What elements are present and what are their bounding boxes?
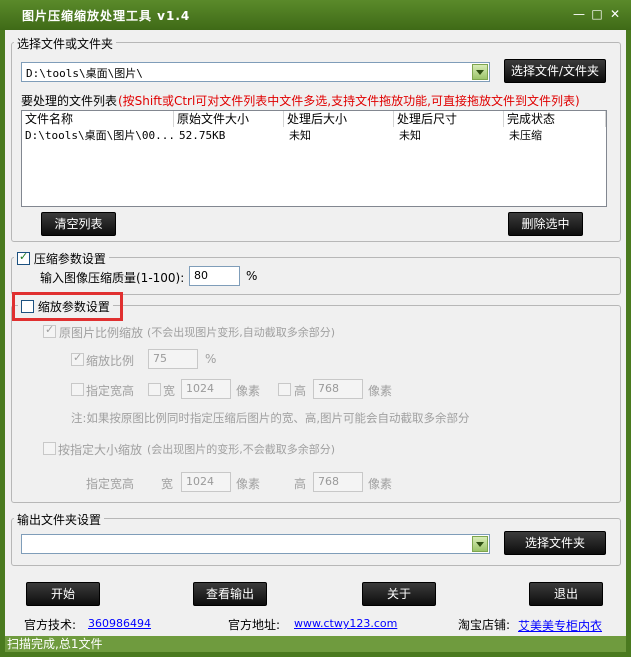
tech-link[interactable]: 360986494 bbox=[88, 617, 151, 630]
height-input-2[interactable]: 768 bbox=[313, 472, 363, 492]
column-header-original-size[interactable]: 原始文件大小 bbox=[174, 111, 284, 127]
scale-checkbox[interactable] bbox=[21, 300, 34, 313]
ratio-checkbox[interactable] bbox=[71, 351, 84, 366]
column-header-processed-size[interactable]: 处理后大小 bbox=[284, 111, 394, 127]
cell-status: 未压缩 bbox=[509, 129, 542, 142]
compress-legend: 压缩参数设置 bbox=[33, 252, 106, 266]
frame-left bbox=[0, 30, 5, 657]
width-input-2[interactable]: 1024 bbox=[181, 472, 231, 492]
status-bar: 扫描完成,总1文件 bbox=[5, 636, 626, 652]
about-button[interactable]: 关于 bbox=[362, 582, 436, 606]
quality-label: 输入图像压缩质量(1-100): bbox=[40, 271, 185, 285]
frame-bottom bbox=[0, 652, 631, 657]
width-unit: 像素 bbox=[236, 384, 261, 398]
cell-processed-dimensions: 未知 bbox=[399, 129, 421, 142]
source-path-value: D:\tools\桌面\图片\ bbox=[26, 67, 143, 80]
minimize-icon[interactable]: — bbox=[572, 7, 586, 21]
exit-button[interactable]: 退出 bbox=[529, 582, 603, 606]
site-label: 官方地址: bbox=[228, 618, 281, 632]
width-unit-2: 像素 bbox=[236, 477, 261, 491]
ratio-label: 缩放比例 bbox=[86, 354, 135, 368]
view-output-button[interactable]: 查看输出 bbox=[193, 582, 267, 606]
file-list-table[interactable]: 文件名称 原始文件大小 处理后大小 处理后尺寸 完成状态 D:\tools\桌面… bbox=[21, 110, 607, 207]
ratio-input[interactable]: 75 bbox=[148, 349, 198, 369]
maximize-icon[interactable]: □ bbox=[590, 7, 604, 21]
window-title: 图片压缩缩放处理工具 v1.4 bbox=[22, 9, 191, 23]
height-unit: 像素 bbox=[368, 384, 393, 398]
compress-checkbox[interactable] bbox=[17, 250, 30, 265]
select-output-folder-button[interactable]: 选择文件夹 bbox=[504, 531, 606, 555]
proportional-note: (不会出现图片变形,自动截取多余部分) bbox=[147, 326, 336, 339]
fixed-size-label: 按指定大小缩放 bbox=[58, 443, 143, 457]
scale-note: 注:如果按原图比例同时指定压缩后图片的宽、高,图片可能会自动截取多余部分 bbox=[71, 411, 470, 425]
output-path-combo[interactable] bbox=[21, 534, 490, 554]
source-path-combo[interactable]: D:\tools\桌面\图片\ bbox=[21, 62, 490, 82]
fixed-wh-label: 指定宽高 bbox=[86, 384, 135, 398]
width-label-2: 宽 bbox=[161, 477, 174, 491]
fixed-wh-label-2: 指定宽高 bbox=[86, 477, 135, 491]
width-label: 宽 bbox=[163, 384, 176, 398]
fixed-size-checkbox[interactable] bbox=[43, 442, 56, 455]
width-input[interactable]: 1024 bbox=[181, 379, 231, 399]
fixed-wh-checkbox[interactable] bbox=[71, 383, 84, 396]
shop-link[interactable]: 艾美美专柜内衣 bbox=[518, 617, 602, 634]
column-header-status[interactable]: 完成状态 bbox=[504, 111, 606, 127]
cell-processed-size: 未知 bbox=[289, 129, 311, 142]
close-icon[interactable]: ✕ bbox=[608, 7, 622, 21]
site-link[interactable]: www.ctwy123.com bbox=[294, 617, 397, 630]
select-files-legend: 选择文件或文件夹 bbox=[14, 35, 117, 52]
output-legend: 输出文件夹设置 bbox=[14, 511, 105, 528]
chevron-down-icon[interactable] bbox=[472, 64, 488, 80]
ratio-unit: % bbox=[205, 352, 217, 366]
cell-original-size: 52.75KB bbox=[179, 129, 226, 142]
quality-input[interactable]: 80 bbox=[189, 266, 240, 286]
height-checkbox[interactable] bbox=[278, 383, 291, 396]
fixed-size-note: (会出现图片的变形,不会截取多余部分) bbox=[147, 443, 336, 456]
column-header-processed-dimensions[interactable]: 处理后尺寸 bbox=[394, 111, 504, 127]
frame-right bbox=[626, 30, 631, 657]
width-checkbox[interactable] bbox=[148, 383, 161, 396]
shop-label: 淘宝店铺: bbox=[458, 618, 511, 632]
height-input[interactable]: 768 bbox=[313, 379, 363, 399]
clear-list-button[interactable]: 清空列表 bbox=[41, 212, 116, 236]
tech-label: 官方技术: bbox=[24, 618, 77, 632]
height-label: 高 bbox=[294, 384, 307, 398]
quality-unit: % bbox=[246, 269, 258, 283]
select-files-button[interactable]: 选择文件/文件夹 bbox=[504, 59, 606, 83]
delete-selected-button[interactable]: 删除选中 bbox=[508, 212, 583, 236]
scale-legend-wrap: 缩放参数设置 bbox=[18, 298, 113, 315]
start-button[interactable]: 开始 bbox=[26, 582, 100, 606]
file-list-hint: (按Shift或Ctrl可对文件列表中文件多选,支持文件拖放功能,可直接拖放文件… bbox=[118, 94, 580, 108]
scale-legend: 缩放参数设置 bbox=[37, 300, 110, 314]
proportional-label: 原图片比例缩放 bbox=[59, 326, 144, 340]
cell-filename: D:\tools\桌面\图片\00... bbox=[25, 129, 175, 142]
column-header-filename[interactable]: 文件名称 bbox=[22, 111, 174, 127]
compress-legend-wrap: 压缩参数设置 bbox=[14, 250, 109, 267]
height-label-2: 高 bbox=[294, 477, 307, 491]
proportional-checkbox[interactable] bbox=[43, 323, 56, 338]
chevron-down-icon[interactable] bbox=[472, 536, 488, 552]
file-list-label: 要处理的文件列表 bbox=[21, 94, 118, 108]
height-unit-2: 像素 bbox=[368, 477, 393, 491]
